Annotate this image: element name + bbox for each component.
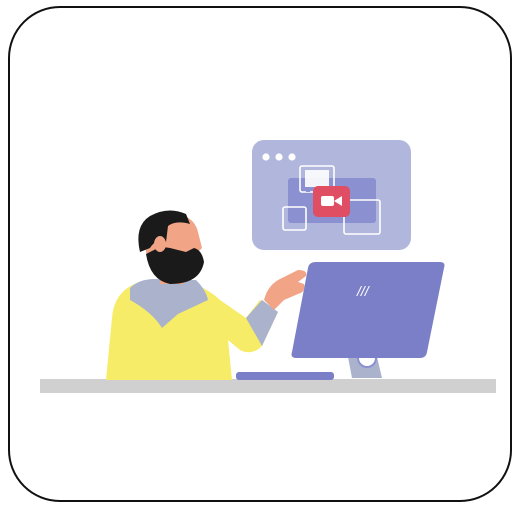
beard <box>146 247 204 284</box>
illustration-scene: /// <box>40 140 496 393</box>
image-thumbnail <box>305 170 329 187</box>
pointing-hand <box>264 270 307 310</box>
video-camera-icon <box>313 186 350 217</box>
monitor-screen <box>291 262 445 358</box>
floating-browser-window <box>252 140 411 250</box>
keyboard <box>236 372 334 380</box>
monitor-text: /// <box>356 283 371 299</box>
window-dots-icon <box>262 153 296 161</box>
desk <box>40 379 496 393</box>
ear <box>154 236 166 252</box>
